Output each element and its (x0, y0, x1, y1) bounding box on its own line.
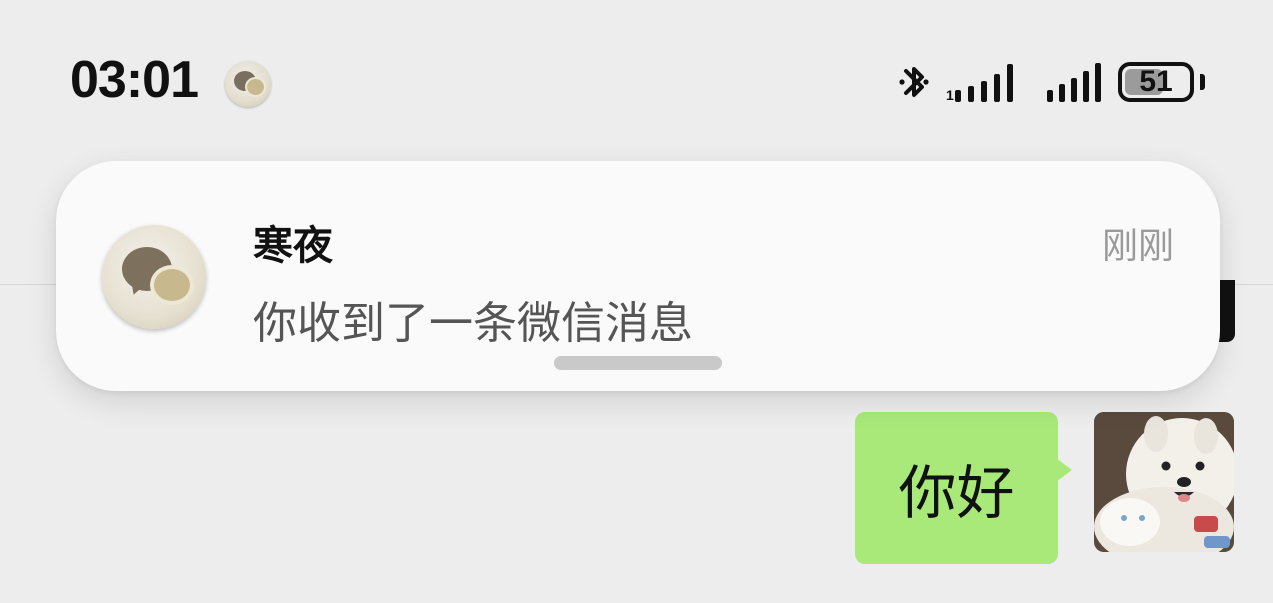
notification-drag-handle[interactable] (554, 356, 722, 370)
message-notification[interactable]: 寒夜 你收到了一条微信消息 刚刚 (56, 161, 1220, 391)
status-bar: 03:01 1 51 (0, 0, 1273, 160)
wechat-icon (102, 225, 206, 329)
signal-icon (1047, 63, 1101, 102)
signal-icon: 1 (946, 64, 1013, 103)
bubble-tail (1056, 458, 1072, 482)
message-text: 你好 (898, 459, 1015, 527)
battery-percent: 51 (1139, 65, 1173, 98)
notification-sender: 寒夜 (253, 223, 333, 269)
bluetooth-icon (899, 67, 929, 97)
battery-icon: 51 (1118, 62, 1194, 102)
status-time: 03:01 (70, 51, 199, 109)
notification-timestamp: 刚刚 (1101, 226, 1174, 267)
svg-text:1: 1 (946, 87, 954, 103)
app-notification-icon (225, 61, 271, 107)
user-avatar[interactable] (1094, 412, 1234, 552)
dog-photo (1094, 412, 1234, 552)
outgoing-message-bubble[interactable]: 你好 (855, 412, 1058, 564)
notification-message: 你收到了一条微信消息 (253, 298, 693, 349)
battery-tip (1200, 74, 1205, 90)
